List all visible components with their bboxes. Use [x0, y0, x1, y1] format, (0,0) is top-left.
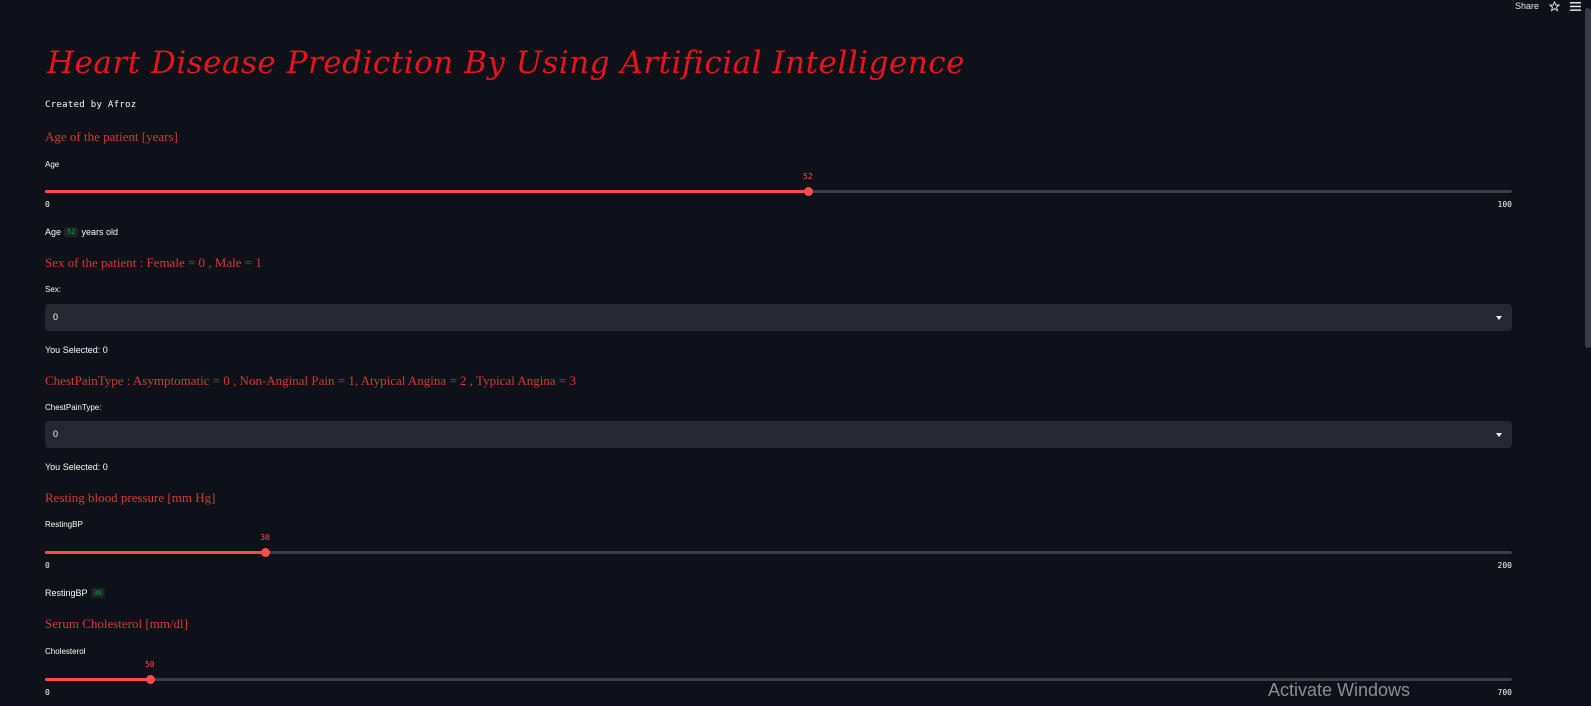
- slider-fill: [45, 190, 808, 193]
- chevron-down-icon[interactable]: [1496, 316, 1502, 320]
- sex-select-label: Sex:: [45, 285, 62, 294]
- cholesterol-slider-label: Cholesterol: [45, 647, 86, 656]
- slider-fill: [45, 551, 266, 554]
- slider-min: 0: [45, 200, 50, 209]
- vertical-scrollbar[interactable]: [1585, 8, 1591, 348]
- sex-selected-text: You Selected: 0: [45, 345, 108, 355]
- resting-bp-readout: RestingBP 30: [45, 588, 105, 598]
- cholesterol-heading: Serum Cholesterol [mm/dl]: [45, 616, 188, 631]
- chevron-down-icon[interactable]: [1496, 433, 1502, 437]
- chest-pain-select[interactable]: 0: [45, 421, 1512, 448]
- resting-bp-slider[interactable]: 30 0 200: [45, 533, 1512, 571]
- resting-bp-readout-prefix: RestingBP: [45, 588, 88, 598]
- resting-bp-readout-value: 30: [90, 588, 105, 598]
- chest-pain-selected-text: You Selected: 0: [45, 462, 108, 472]
- sex-heading: Sex of the patient : Female = 0 , Male =…: [45, 255, 262, 270]
- slider-thumb[interactable]: [145, 675, 155, 684]
- age-slider-label: Age: [45, 160, 60, 169]
- hamburger-menu-icon[interactable]: [1570, 1, 1581, 11]
- slider-max: 200: [1497, 561, 1512, 570]
- chest-pain-select-value: 0: [53, 429, 59, 439]
- age-slider[interactable]: 52 0 100: [45, 172, 1512, 210]
- resting-bp-heading: Resting blood pressure [mm Hg]: [45, 490, 216, 505]
- slider-thumb[interactable]: [261, 548, 271, 557]
- slider-max: 100: [1497, 200, 1512, 209]
- age-readout-prefix: Age: [45, 227, 62, 237]
- activate-windows-watermark: Activate Windows: [1268, 680, 1411, 700]
- slider-min: 0: [45, 561, 50, 570]
- share-button[interactable]: Share: [1515, 1, 1539, 11]
- sex-select-value: 0: [53, 312, 59, 322]
- star-icon[interactable]: [1549, 0, 1560, 12]
- age-readout-suffix: years old: [81, 227, 118, 237]
- slider-fill: [45, 678, 150, 681]
- slider-value: 30: [260, 533, 270, 542]
- sex-select[interactable]: 0: [45, 304, 1512, 331]
- slider-max: 700: [1497, 688, 1512, 697]
- page-title: Heart Disease Prediction By Using Artifi…: [47, 45, 965, 81]
- slider-min: 0: [45, 688, 50, 697]
- slider-value: 50: [144, 660, 155, 669]
- age-readout-value: 52: [64, 227, 79, 237]
- resting-bp-slider-label: RestingBP: [45, 520, 83, 529]
- top-toolbar: Share: [1515, 0, 1591, 12]
- age-readout: Age 52 years old: [45, 227, 118, 237]
- age-heading: Age of the patient [years]: [45, 129, 178, 144]
- chest-pain-select-label: ChestPainType:: [45, 403, 102, 412]
- chest-pain-heading: ChestPainType : Asymptomatic = 0 , Non-A…: [45, 373, 576, 388]
- slider-thumb[interactable]: [803, 187, 813, 196]
- author-caption: Created by Afroz: [45, 100, 137, 110]
- slider-value: 52: [803, 172, 813, 181]
